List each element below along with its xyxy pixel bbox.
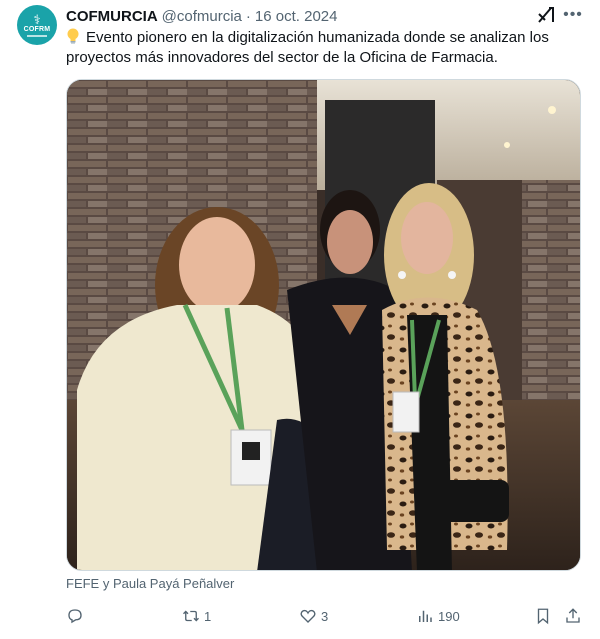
avatar-decoration	[27, 35, 47, 37]
photo-caption[interactable]: FEFE y Paula Payá Peñalver	[66, 576, 234, 591]
heart-icon	[300, 609, 316, 623]
action-bar: 1 3 190	[66, 604, 582, 628]
views-count: 190	[438, 608, 460, 624]
like-button[interactable]: 3	[299, 604, 328, 628]
header-separator: ·	[245, 7, 251, 25]
tweet-header: COFMURCIA @cofmurcia · 16 oct. 2024	[66, 6, 337, 26]
caduceus-icon: ⚕	[33, 12, 41, 27]
tweet[interactable]: ⚕ COFRM COFMURCIA @cofmurcia · 16 oct. 2…	[0, 0, 600, 639]
retweet-icon	[183, 610, 199, 622]
share-icon	[566, 608, 580, 623]
views-icon	[419, 610, 432, 622]
avatar[interactable]: ⚕ COFRM	[17, 5, 57, 45]
tweet-body: Evento pionero en la digitalización huma…	[66, 29, 549, 66]
bookmark-icon	[537, 608, 549, 625]
tweet-text: Evento pionero en la digitalización huma…	[66, 27, 586, 68]
author-name[interactable]: COFMURCIA	[66, 8, 158, 25]
more-icon[interactable]: •••	[562, 5, 584, 25]
author-handle[interactable]: @cofmurcia	[162, 8, 242, 25]
retweet-button[interactable]: 1	[182, 604, 211, 628]
reply-button[interactable]	[66, 604, 88, 628]
views-button[interactable]: 190	[416, 604, 460, 628]
avatar-label: COFRM	[23, 26, 51, 33]
reply-icon	[68, 609, 82, 624]
share-button[interactable]	[564, 604, 582, 628]
grok-icon[interactable]	[536, 5, 556, 25]
bookmark-button[interactable]	[534, 604, 552, 628]
like-count: 3	[321, 608, 329, 624]
light-bulb-icon	[66, 27, 80, 45]
tweet-photo[interactable]	[66, 79, 581, 571]
retweet-count: 1	[204, 608, 212, 624]
tweet-date[interactable]: 16 oct. 2024	[255, 8, 338, 25]
